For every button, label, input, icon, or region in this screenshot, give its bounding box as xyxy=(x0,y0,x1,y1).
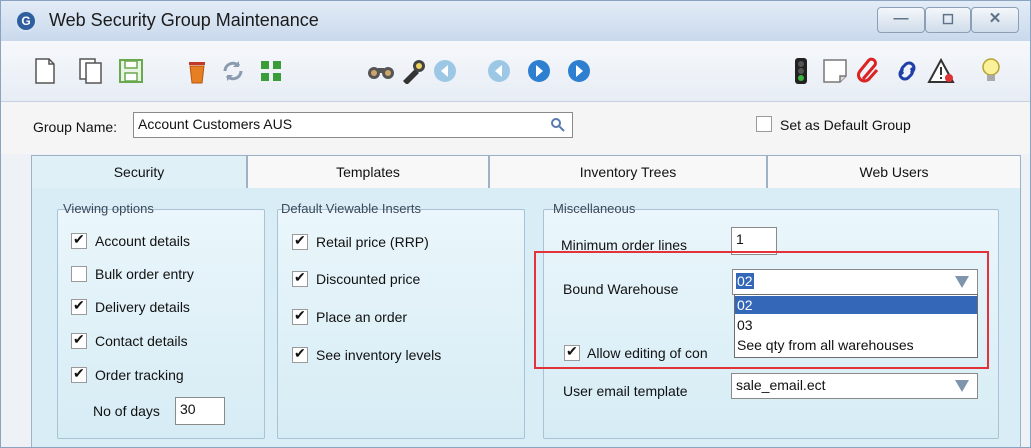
group-row: Group Name: Account Customers AUS Set as… xyxy=(1,102,1030,154)
email-template-select[interactable]: sale_email.ect xyxy=(731,373,978,399)
contact-details-checkbox[interactable] xyxy=(71,331,87,349)
first-record-icon xyxy=(434,60,456,82)
minimize-button[interactable]: — xyxy=(877,7,925,33)
toolbar xyxy=(1,41,1030,102)
title-bar: G Web Security Group Maintenance — ◻ ✕ xyxy=(1,1,1030,41)
discounted-price-label: Discounted price xyxy=(316,271,421,287)
next-record-button[interactable] xyxy=(523,55,555,87)
email-template-value: sale_email.ect xyxy=(736,377,826,393)
delivery-details-checkbox[interactable] xyxy=(71,297,87,315)
delete-button[interactable] xyxy=(181,55,213,87)
tips-button[interactable] xyxy=(975,55,1007,87)
last-record-button[interactable] xyxy=(563,55,595,87)
bulk-order-entry-label: Bulk order entry xyxy=(95,266,194,282)
viewable-inserts-title: Default Viewable Inserts xyxy=(281,201,421,216)
discounted-price-checkbox[interactable] xyxy=(292,269,308,287)
tab-templates[interactable]: Templates xyxy=(247,155,489,189)
group-name-input[interactable]: Account Customers AUS xyxy=(133,112,573,138)
viewing-options-title: Viewing options xyxy=(63,201,154,216)
lookup-magnifier-icon[interactable] xyxy=(550,117,566,133)
new-button[interactable] xyxy=(29,55,61,87)
miscellaneous-title: Miscellaneous xyxy=(553,201,636,216)
minimize-icon: — xyxy=(893,10,909,27)
group-name-label: Group Name: xyxy=(33,119,118,135)
account-details-checkbox[interactable] xyxy=(71,231,87,249)
account-details-label: Account details xyxy=(95,233,190,249)
link-button[interactable] xyxy=(891,55,923,87)
tree-button[interactable] xyxy=(255,55,287,87)
see-inventory-checkbox[interactable] xyxy=(292,345,308,363)
copy-document-icon xyxy=(79,58,102,84)
no-of-days-input[interactable]: 30 xyxy=(175,397,225,425)
no-of-days-label: No of days xyxy=(93,403,160,419)
bulk-order-entry-checkbox[interactable] xyxy=(71,266,87,282)
default-group-checkbox[interactable] xyxy=(756,116,772,132)
attachment-paperclip-icon xyxy=(857,57,879,83)
note-icon xyxy=(823,59,847,83)
see-inventory-label: See inventory levels xyxy=(316,347,442,363)
lightbulb-icon xyxy=(982,58,1000,81)
contact-details-label: Contact details xyxy=(95,333,188,349)
traffic-light-icon xyxy=(795,58,807,84)
order-tracking-checkbox[interactable] xyxy=(71,365,87,383)
tab-inventory-trees[interactable]: Inventory Trees xyxy=(489,155,767,189)
order-tracking-label: Order tracking xyxy=(95,367,184,383)
flashlight-button[interactable] xyxy=(397,55,429,87)
tree-grid-icon xyxy=(261,61,281,81)
chevron-down-icon[interactable] xyxy=(955,380,969,392)
link-icon xyxy=(898,61,916,81)
tab-strip: Security Templates Inventory Trees Web U… xyxy=(31,155,1021,190)
close-icon: ✕ xyxy=(988,10,1002,27)
default-group-label: Set as Default Group xyxy=(780,117,911,133)
save-icon xyxy=(119,59,143,83)
delivery-details-label: Delivery details xyxy=(95,299,190,315)
last-record-icon xyxy=(568,60,590,82)
warning-icon xyxy=(927,58,955,83)
new-document-icon xyxy=(35,58,55,84)
refresh-button[interactable] xyxy=(217,55,249,87)
app-window: G Web Security Group Maintenance — ◻ ✕ G… xyxy=(0,0,1031,448)
attachment-button[interactable] xyxy=(853,55,885,87)
place-order-label: Place an order xyxy=(316,309,408,325)
refresh-icon xyxy=(223,61,243,81)
retail-price-label: Retail price (RRP) xyxy=(316,234,429,250)
place-order-checkbox[interactable] xyxy=(292,307,308,325)
binoculars-icon xyxy=(368,67,394,79)
window-title: Web Security Group Maintenance xyxy=(49,10,319,30)
first-record-button[interactable] xyxy=(429,55,461,87)
previous-record-button[interactable] xyxy=(483,55,515,87)
previous-record-icon xyxy=(488,60,510,82)
note-button[interactable] xyxy=(819,55,851,87)
maximize-button[interactable]: ◻ xyxy=(925,7,971,33)
flashlight-icon xyxy=(403,60,425,84)
tab-security[interactable]: Security xyxy=(31,155,247,190)
status-button[interactable] xyxy=(785,55,817,87)
next-record-icon xyxy=(528,60,550,82)
email-template-label: User email template xyxy=(563,383,688,399)
save-button[interactable] xyxy=(115,55,147,87)
delete-trash-icon xyxy=(189,62,205,84)
maximize-icon: ◻ xyxy=(941,10,955,27)
retail-price-checkbox[interactable] xyxy=(292,232,308,250)
group-name-value: Account Customers AUS xyxy=(138,116,293,132)
app-logo-icon: G xyxy=(15,10,37,32)
warning-button[interactable] xyxy=(925,55,957,87)
highlight-annotation-frame xyxy=(534,251,989,369)
close-button[interactable]: ✕ xyxy=(971,7,1019,33)
search-button[interactable] xyxy=(365,55,397,87)
copy-button[interactable] xyxy=(75,55,107,87)
tab-web-users[interactable]: Web Users xyxy=(767,155,1021,189)
